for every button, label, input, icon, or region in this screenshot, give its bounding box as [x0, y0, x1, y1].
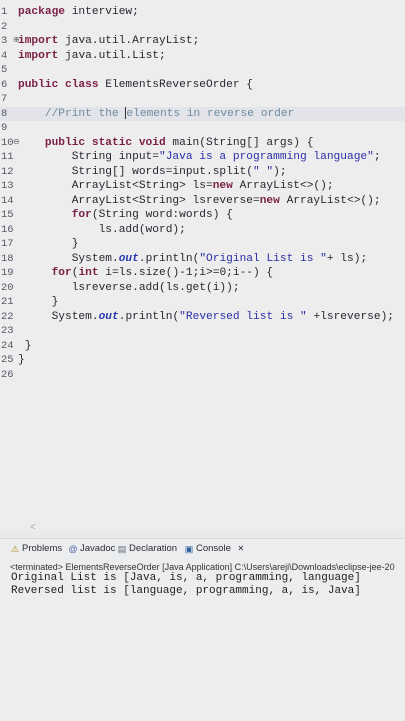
line-number: 22 — [1, 310, 14, 323]
code-text: ls.add(word); — [18, 223, 186, 236]
tab-problems[interactable]: ⚠ Problems — [10, 543, 62, 554]
code-text: } — [18, 354, 25, 366]
code-text: } — [18, 339, 32, 352]
console-output-line: Original List is [Java, is, a, programmi… — [11, 572, 361, 584]
code-line[interactable]: 23 — [0, 324, 405, 338]
javadoc-icon: @ — [68, 543, 78, 554]
line-number: 1 — [1, 6, 8, 18]
code-line[interactable]: 17 } — [0, 237, 405, 251]
tab-label: Problems — [22, 543, 63, 554]
code-text: lsreverse.add(ls.get(i)); — [18, 281, 240, 294]
code-line[interactable]: 15 for(String word:words) { — [0, 208, 405, 222]
code-text: package interview; — [18, 6, 139, 18]
code-line[interactable]: 7 — [0, 92, 405, 106]
code-text: String input="Java is a programming lang… — [18, 151, 381, 163]
code-line[interactable]: 5 — [0, 63, 405, 77]
code-line[interactable]: 22 System.out.println("Reversed list is … — [0, 310, 405, 324]
code-line[interactable]: 11 String input="Java is a programming l… — [0, 150, 405, 164]
line-number: 16 — [1, 223, 14, 236]
code-line[interactable]: 12 String[] words=input.split(" "); — [0, 165, 405, 179]
tab-label: Console — [196, 543, 231, 554]
code-line[interactable]: 18 System.out.println("Original List is … — [0, 252, 405, 266]
code-line[interactable]: 9 — [0, 121, 405, 135]
code-line[interactable]: 20 lsreverse.add(ls.get(i)); — [0, 281, 405, 295]
line-number: 8 — [1, 107, 8, 120]
code-text: import java.util.List; — [18, 49, 166, 62]
code-text: //Print the elements in reverse order — [18, 106, 295, 120]
code-line[interactable]: 19 for(int i=ls.size()-1;i>=0;i--) { — [0, 266, 405, 280]
code-text: for(int i=ls.size()-1;i>=0;i--) { — [18, 267, 274, 279]
code-text: } — [18, 238, 79, 250]
line-number: 13 — [1, 180, 14, 192]
code-line[interactable]: 24 } — [0, 339, 405, 353]
line-number: 14 — [1, 194, 14, 207]
line-number: 12 — [1, 165, 14, 178]
code-line[interactable]: 4 import java.util.List; — [0, 49, 405, 63]
code-text: for(String word:words) { — [18, 209, 233, 221]
line-number: 4 — [1, 49, 8, 62]
line-number: 19 — [1, 267, 14, 279]
tab-javadoc[interactable]: @ Javadoc — [68, 543, 115, 554]
code-text: import java.util.ArrayList; — [18, 35, 200, 47]
line-number: 2 — [1, 20, 8, 33]
console-icon: ▣ — [184, 543, 194, 554]
code-text: public static void main(String[] args) { — [18, 136, 314, 149]
horizontal-scroll-arrow[interactable]: < — [30, 523, 36, 534]
code-line[interactable]: 3 ⊕ import java.util.ArrayList; — [0, 34, 405, 48]
line-number: 18 — [1, 252, 14, 265]
code-line[interactable]: 8 //Print the elements in reverse order — [0, 106, 405, 121]
problems-icon: ⚠ — [10, 543, 20, 554]
code-text: String[] words=input.split(" "); — [18, 165, 287, 178]
line-number: 20 — [1, 281, 14, 294]
code-line[interactable]: 10 ⊖ public static void main(String[] arg… — [0, 136, 405, 150]
tab-declaration[interactable]: ▤ Declaration — [117, 543, 177, 554]
line-number: 17 — [1, 238, 14, 250]
tab-label: Declaration — [129, 543, 178, 554]
code-text: } — [18, 296, 59, 308]
line-number: 6 — [1, 78, 8, 91]
line-number: 26 — [1, 368, 14, 381]
code-editor[interactable]: 1 package interview; 2 3 ⊕ import java.util.A… — [0, 0, 405, 530]
code-line[interactable]: 6 public class ElementsReverseOrder { — [0, 78, 405, 92]
tab-console[interactable]: ▣ Console ✕ — [184, 543, 246, 554]
code-text: public class ElementsReverseOrder { — [18, 78, 253, 91]
line-number: 7 — [1, 93, 8, 105]
code-text: ArrayList<String> ls=new ArrayList<>(); — [18, 180, 334, 192]
close-icon[interactable]: ✕ — [236, 544, 246, 554]
code-line[interactable]: 16 ls.add(word); — [0, 223, 405, 237]
console-output-line: Reversed list is [language, programming,… — [11, 585, 361, 597]
terminated-status: <terminated> ElementsReverseOrder [Java … — [10, 562, 395, 572]
view-tabs: ⚠ Problems @ Javadoc ▤ Declaration ▣ Con… — [0, 543, 405, 559]
tab-label: Javadoc — [80, 543, 116, 554]
code-line[interactable]: 1 package interview; — [0, 5, 405, 19]
line-number: 15 — [1, 209, 14, 221]
code-text: ArrayList<String> lsreverse=new ArrayLis… — [18, 194, 381, 207]
code-line[interactable]: 13 ArrayList<String> ls=new ArrayList<>(… — [0, 179, 405, 193]
console-panel: ⚠ Problems @ Javadoc ▤ Declaration ▣ Con… — [0, 538, 405, 721]
code-line[interactable]: 14 ArrayList<String> lsreverse=new Array… — [0, 194, 405, 208]
code-line[interactable]: 25} — [0, 353, 405, 367]
line-number: 21 — [1, 296, 14, 308]
line-number: 5 — [1, 64, 8, 76]
line-number: 25 — [1, 354, 14, 366]
code-text: System.out.println("Original List is "+ … — [18, 252, 368, 265]
code-text: System.out.println("Reversed list is " +… — [18, 310, 395, 323]
code-line[interactable]: 2 — [0, 20, 405, 34]
line-number: 11 — [1, 151, 14, 163]
code-line[interactable]: 21 } — [0, 295, 405, 309]
line-number: 23 — [1, 325, 14, 337]
line-number: 24 — [1, 339, 14, 352]
code-line[interactable]: 26 — [0, 368, 405, 382]
declaration-icon: ▤ — [117, 543, 127, 554]
line-number: 9 — [1, 122, 8, 134]
